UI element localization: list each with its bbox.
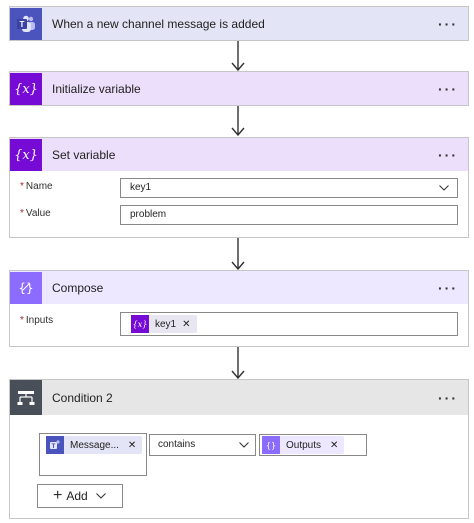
- set-variable-title: Set variable: [52, 147, 116, 162]
- add-button[interactable]: + Add: [37, 484, 123, 508]
- compose-more-button[interactable]: ···: [438, 271, 458, 304]
- value-text: problem: [130, 209, 167, 220]
- teams-icon: T: [46, 436, 64, 454]
- operator-value: contains: [158, 439, 196, 450]
- flow-arrow: [231, 106, 245, 136]
- compose-icon: {}: [262, 436, 280, 454]
- token-label: Message...: [70, 439, 119, 451]
- variable-token[interactable]: {x} key1 ✕: [131, 315, 197, 333]
- variable-icon: {x}: [10, 72, 42, 105]
- inputs-label: * Inputs: [20, 315, 53, 326]
- svg-text:{x}: {x}: [133, 320, 147, 329]
- condition-operator-dropdown[interactable]: contains: [149, 434, 256, 456]
- set-variable-card[interactable]: {x} Set variable ··· * Name key1 * Value p…: [9, 137, 469, 238]
- svg-text:{x}: {x}: [14, 148, 38, 163]
- close-icon[interactable]: ✕: [330, 440, 338, 451]
- name-value: key1: [130, 182, 152, 193]
- name-dropdown[interactable]: key1: [120, 178, 458, 198]
- set-variable-more-button[interactable]: ···: [438, 138, 458, 171]
- value-field-row: * Value problem: [10, 205, 468, 227]
- compose-card[interactable]: {} Compose ··· * Inputs {x} key1 ✕: [9, 270, 469, 347]
- inputs-label-text: Inputs: [25, 315, 54, 326]
- inputs-field-row: * Inputs {x} key1 ✕: [10, 312, 468, 336]
- inputs-field[interactable]: {x} key1 ✕: [120, 312, 458, 336]
- close-icon[interactable]: ✕: [128, 440, 136, 451]
- chevron-down-icon: [95, 493, 106, 499]
- required-mark: *: [20, 181, 24, 192]
- condition-left-operand[interactable]: T Message... ✕: [39, 433, 147, 476]
- condition-more-button[interactable]: ···: [438, 380, 458, 415]
- variable-icon: {x}: [131, 315, 149, 333]
- trigger-header[interactable]: T When a new channel message is added ··…: [10, 7, 468, 40]
- trigger-card[interactable]: T When a new channel message is added ··…: [9, 6, 469, 41]
- variable-icon: {x}: [10, 138, 42, 171]
- trigger-more-button[interactable]: ···: [438, 7, 458, 40]
- compose-icon: {}: [10, 271, 42, 304]
- name-label: * Name: [20, 181, 53, 192]
- flow-arrow: [231, 41, 245, 71]
- condition-title: Condition 2: [52, 390, 113, 405]
- chevron-down-icon: [439, 185, 449, 191]
- close-icon[interactable]: ✕: [182, 319, 190, 330]
- svg-text:{}: {}: [18, 281, 33, 295]
- token-label: key1: [155, 318, 177, 330]
- compose-header[interactable]: {} Compose ···: [10, 271, 468, 304]
- dynamic-content-token[interactable]: T Message... ✕: [46, 436, 143, 454]
- required-mark: *: [20, 208, 24, 219]
- compose-output-token[interactable]: {} Outputs ✕: [262, 436, 345, 454]
- initialize-variable-header[interactable]: {x} Initialize variable ···: [10, 72, 468, 105]
- condition-header[interactable]: Condition 2 ···: [10, 380, 468, 415]
- svg-text:T: T: [20, 20, 25, 29]
- token-label: Outputs: [286, 439, 322, 451]
- svg-text:{x}: {x}: [14, 82, 38, 97]
- chevron-down-icon: [239, 442, 249, 448]
- value-label: * Value: [20, 208, 51, 219]
- flow-arrow: [231, 347, 245, 379]
- trigger-title: When a new channel message is added: [52, 16, 265, 31]
- svg-text:T: T: [52, 444, 56, 450]
- set-variable-header[interactable]: {x} Set variable ···: [10, 138, 468, 171]
- svg-text:{}: {}: [266, 441, 276, 450]
- value-label-text: Value: [25, 208, 51, 219]
- name-field-row: * Name key1: [10, 178, 468, 200]
- condition-card[interactable]: Condition 2 ··· T Message... ✕ contains: [9, 379, 469, 519]
- initialize-variable-title: Initialize variable: [52, 81, 141, 96]
- condition-icon: [10, 380, 42, 415]
- plus-icon: +: [53, 487, 63, 504]
- add-label: Add: [66, 489, 88, 503]
- name-label-text: Name: [25, 181, 53, 192]
- flow-arrow: [231, 238, 245, 270]
- initialize-variable-more-button[interactable]: ···: [438, 72, 458, 105]
- required-mark: *: [20, 315, 24, 326]
- compose-title: Compose: [52, 280, 104, 295]
- value-input[interactable]: problem: [120, 205, 458, 225]
- condition-right-operand[interactable]: {} Outputs ✕: [259, 434, 367, 456]
- initialize-variable-card[interactable]: {x} Initialize variable ···: [9, 71, 469, 106]
- teams-icon: T: [10, 7, 42, 40]
